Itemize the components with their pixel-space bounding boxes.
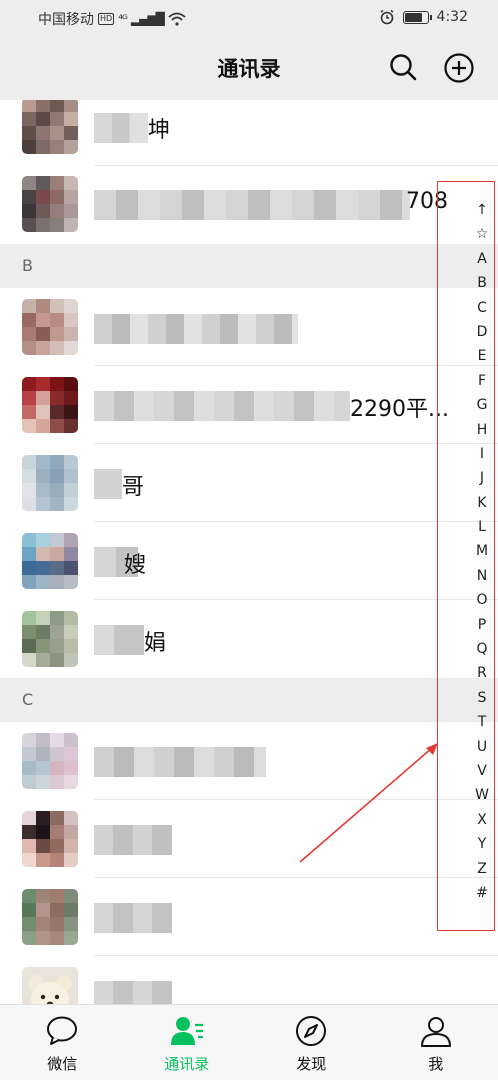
contact-list[interactable]: 坤 708 B 2290平... 哥 嫂 娟 C [0, 100, 498, 1004]
avatar [22, 455, 78, 511]
tab-label: 微信 [47, 1055, 78, 1073]
avatar [22, 889, 78, 945]
tab-chats[interactable]: 微信 [0, 1005, 125, 1080]
signal-icon: ▂▄▆█ [130, 12, 165, 26]
tab-label: 发现 [296, 1055, 327, 1073]
tab-me[interactable]: 我 [374, 1005, 498, 1080]
tab-discover[interactable]: 发现 [249, 1005, 374, 1080]
tab-contacts[interactable]: 通讯录 [125, 1005, 250, 1080]
avatar [22, 377, 78, 433]
contact-name: 坤 [148, 118, 171, 143]
annotation-arrow [299, 743, 438, 863]
redacted-name [94, 113, 148, 143]
status-bar: 中国移动 HD ⁴ᴳ ▂▄▆█ 4:32 [0, 0, 498, 36]
network-type: ⁴ᴳ [118, 12, 128, 26]
contact-name: 2290平... [350, 397, 449, 422]
avatar [22, 299, 78, 355]
tab-label: 我 [428, 1055, 444, 1073]
contacts-icon [170, 1017, 203, 1045]
redacted-name [94, 314, 298, 344]
contact-row[interactable] [0, 956, 498, 1004]
contact-row[interactable] [0, 878, 498, 956]
contact-name: 嫂 [124, 553, 147, 578]
title-bar: 通讯录 [0, 36, 498, 100]
status-left: 中国移动 HD ⁴ᴳ ▂▄▆█ [38, 9, 186, 29]
page-title: 通讯录 [217, 57, 281, 81]
redacted-name [94, 469, 122, 499]
battery-icon [402, 10, 432, 24]
hd-badge: HD [98, 13, 115, 25]
chat-bubble-icon [47, 1016, 78, 1045]
search-icon[interactable] [388, 52, 418, 82]
section-header: C [0, 678, 498, 722]
bottom-tab-bar: 微信 通讯录 发现 我 [0, 1004, 498, 1080]
redacted-name [94, 391, 350, 421]
contact-row[interactable]: 2290平... [0, 366, 498, 444]
status-right: 4:32 [379, 9, 468, 25]
contact-name: 哥 [122, 475, 145, 500]
contact-row[interactable]: 708 [0, 166, 498, 244]
avatar [22, 611, 78, 667]
battery-level [404, 12, 423, 22]
avatar [22, 811, 78, 867]
carrier-name: 中国移动 [38, 12, 94, 28]
tab-label: 通讯录 [164, 1055, 210, 1073]
redacted-name [94, 981, 172, 1004]
contact-row[interactable]: 嫂 [0, 522, 498, 600]
avatar [22, 733, 78, 789]
alarm-icon [380, 9, 394, 25]
contact-row[interactable]: 哥 [0, 444, 498, 522]
redacted-name [94, 190, 410, 220]
wifi-icon [168, 12, 186, 26]
redacted-name [94, 625, 144, 655]
section-letter: C [22, 690, 34, 709]
avatar [22, 100, 78, 154]
section-letter: B [22, 256, 33, 275]
bear-avatar [22, 967, 78, 1004]
contact-name: 娟 [144, 631, 167, 656]
avatar [22, 176, 78, 232]
contact-row[interactable]: 娟 [0, 600, 498, 678]
clock: 4:32 [436, 9, 468, 25]
contact-row[interactable]: 坤 [0, 100, 498, 166]
redacted-name [94, 747, 266, 777]
contact-row[interactable] [0, 288, 498, 366]
person-icon [420, 1017, 451, 1047]
redacted-name [94, 903, 172, 933]
plus-circle-icon[interactable] [443, 52, 475, 84]
compass-icon [296, 1016, 327, 1046]
section-header: B [0, 244, 498, 288]
avatar [22, 533, 78, 589]
redacted-name [94, 825, 172, 855]
annotation-highlight-box [437, 181, 495, 931]
